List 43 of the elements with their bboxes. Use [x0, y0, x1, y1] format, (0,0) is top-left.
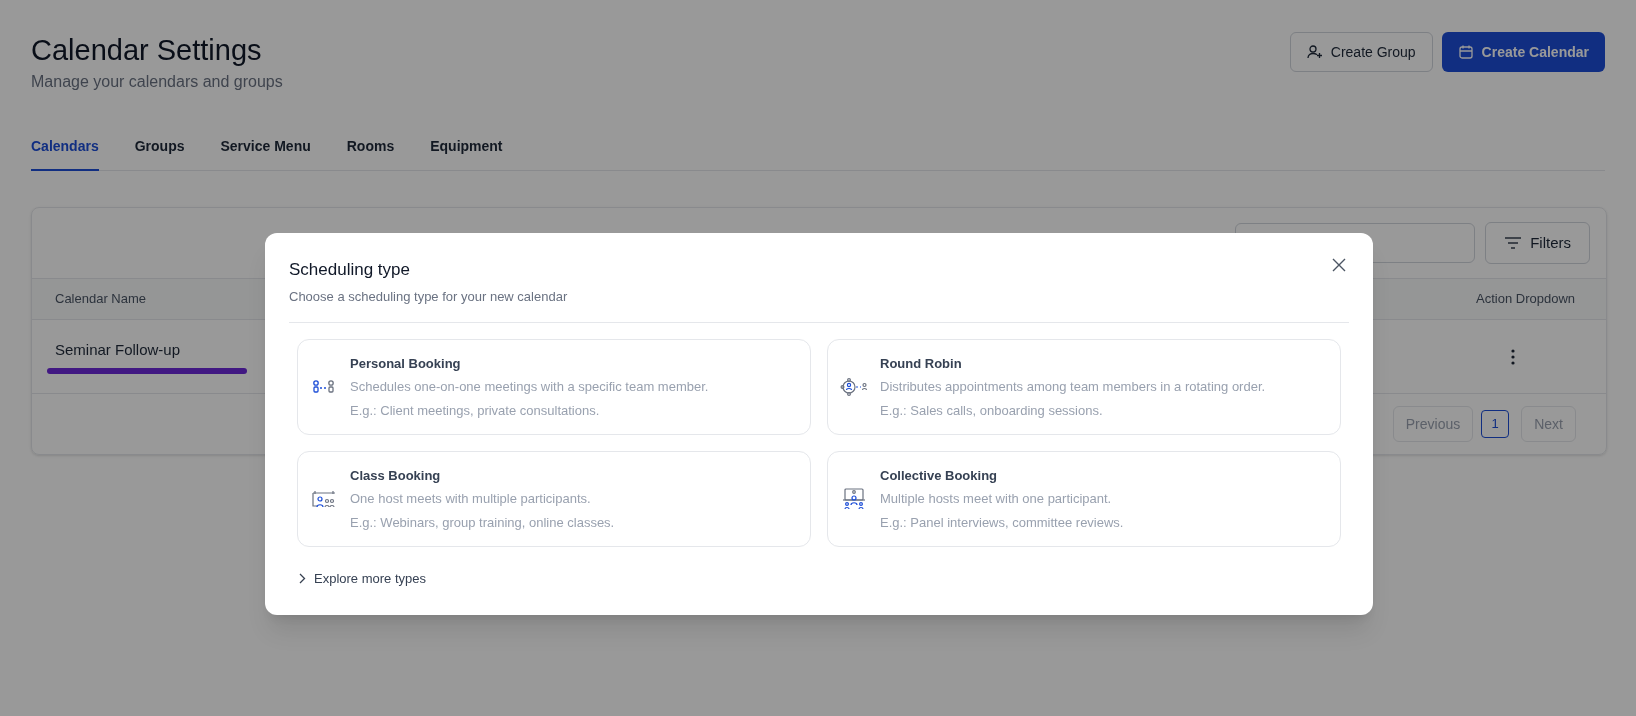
scheduling-option-card[interactable]: Class Booking One host meets with multiple participants. E.g.: Webinars, group training, online classes. [297, 451, 811, 547]
user-plus-icon [1306, 44, 1323, 60]
close-icon [1332, 258, 1346, 272]
page-subtitle: Manage your calendars and groups [31, 72, 283, 92]
scheduling-option-card[interactable]: Personal Booking Schedules one-on-one meetings with a specific team member. E.g.: Client meetings, private consultations. [297, 339, 811, 435]
option-example: E.g.: Client meetings, private consultations. [350, 401, 601, 420]
option-description: Schedules one-on-one meetings with a specific team member. [350, 378, 709, 397]
explore-more-types-link[interactable]: Explore more types [299, 569, 426, 589]
rotation-people-icon [840, 377, 868, 397]
calendar-icon [1457, 44, 1474, 60]
option-description: Multiple hosts meet with one participant. [880, 490, 1113, 509]
option-example: E.g.: Sales calls, onboarding sessions. [880, 401, 1104, 420]
tab[interactable]: Groups [134, 136, 185, 171]
column-header: Action Dropdown [1476, 290, 1575, 309]
panel-meeting-icon [842, 488, 866, 510]
option-title: Personal Booking [350, 354, 462, 373]
kebab-menu-icon [1511, 348, 1515, 365]
page-number[interactable]: 1 [1481, 410, 1510, 438]
create-group-button[interactable]: Create Group [1289, 32, 1433, 72]
page-title: Calendar Settings [31, 33, 263, 68]
option-title: Collective Booking [880, 466, 999, 485]
people-link-icon [312, 379, 336, 395]
filters-button[interactable]: Filters [1485, 222, 1590, 264]
create-calendar-button[interactable]: Create Calendar [1441, 32, 1605, 72]
dialog-title: Scheduling type [289, 259, 411, 281]
tab[interactable]: Rooms [346, 136, 395, 171]
scheduling-option-card[interactable]: Round Robin Distributes appointments among team members in a rotating order. E.g.: Sales calls, onboarding sessions. [827, 339, 1341, 435]
calendar-name: Seminar Follow-up [55, 340, 182, 361]
tab[interactable]: Equipment [430, 136, 503, 171]
dialog-subtitle: Choose a scheduling type for your new calendar [289, 287, 568, 306]
option-title: Round Robin [880, 354, 963, 373]
chevron-right-icon [299, 573, 306, 585]
option-description: One host meets with multiple participants. [350, 490, 592, 509]
column-header: Calendar Name [55, 290, 147, 309]
tab[interactable]: Calendars [31, 136, 99, 171]
option-example: E.g.: Webinars, group training, online classes. [350, 513, 615, 532]
option-example: E.g.: Panel interviews, committee reviews. [880, 513, 1124, 532]
classroom-icon [311, 490, 337, 508]
scheduling-option-card[interactable]: Collective Booking Multiple hosts meet with one participant. E.g.: Panel interviews, committee reviews. [827, 451, 1341, 547]
option-title: Class Booking [350, 466, 442, 485]
tab[interactable]: Service Menu [220, 136, 311, 171]
filter-icon [1504, 236, 1523, 250]
option-description: Distributes appointments among team members in a rotating order. [880, 378, 1266, 397]
